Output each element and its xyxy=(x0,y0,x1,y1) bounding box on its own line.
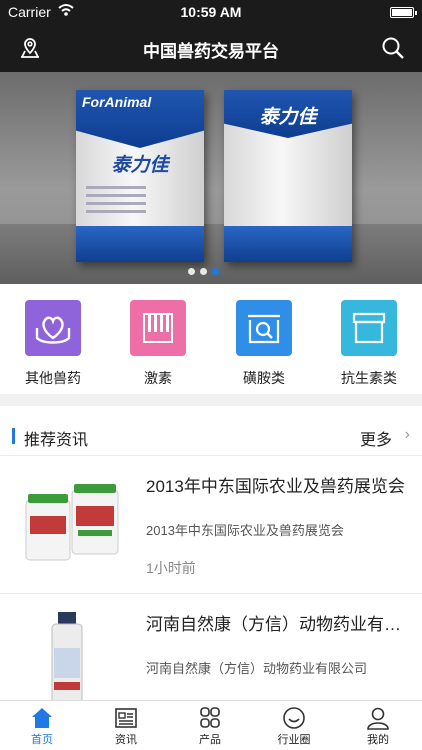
tab-label: 我的 xyxy=(367,734,389,746)
tab-bar: 首页 资讯 产品 行业圈 我的 xyxy=(0,700,422,750)
header: 中国兽药交易平台 xyxy=(0,24,422,72)
tab-home[interactable]: 首页 xyxy=(0,701,84,750)
box-icon xyxy=(341,300,397,356)
bars-icon xyxy=(130,300,186,356)
category-label: 激素 xyxy=(144,370,172,386)
recommended-news-section: 推荐资讯 更多 › 2013年中东国际农业及兽药展览会 2013年中东国际农业及… xyxy=(0,406,422,700)
category-grid: 其他兽药 激素 磺胺类 抗生素类 xyxy=(0,284,422,394)
news-title: 2013年中东国际农业及兽药展览会 xyxy=(146,477,405,496)
tab-mine[interactable]: 我的 xyxy=(336,701,420,750)
product-pack-image: ForAnimal 泰力佳 xyxy=(76,90,204,262)
tab-label: 行业圈 xyxy=(277,734,311,746)
tab-news[interactable]: 资讯 xyxy=(84,701,168,750)
home-icon xyxy=(32,708,52,728)
grid-icon xyxy=(200,707,220,728)
product-pack-image: 泰力佳 xyxy=(224,90,352,262)
news-title: 河南自然康（方信）动物药业有限公司 xyxy=(146,615,408,634)
search-box-icon xyxy=(236,300,292,356)
product-brand: ForAnimal xyxy=(82,94,152,110)
carousel-dot-active[interactable] xyxy=(212,268,219,275)
user-icon xyxy=(367,707,389,730)
search-icon[interactable] xyxy=(380,35,406,61)
carousel-indicator xyxy=(188,262,224,280)
news-icon xyxy=(115,708,137,728)
list-item[interactable]: 河南自然康（方信）动物药业有限公司 河南自然康（方信）动物药业有限公司 xyxy=(0,594,422,700)
tab-products[interactable]: 产品 xyxy=(168,701,252,750)
category-label: 磺胺类 xyxy=(243,370,285,386)
product-bottle-image xyxy=(51,612,83,700)
carousel-dot[interactable] xyxy=(200,268,207,275)
more-link[interactable]: 更多 xyxy=(360,426,392,450)
news-time: 1小时前 xyxy=(146,560,196,576)
section-accent-bar xyxy=(12,428,15,444)
section-header: 推荐资讯 更多 › xyxy=(0,406,422,456)
category-label: 其他兽药 xyxy=(25,370,81,386)
tab-label: 首页 xyxy=(31,734,53,746)
category-antibiotics[interactable]: 抗生素类 xyxy=(329,300,409,388)
battery-icon xyxy=(390,7,417,18)
tab-industry[interactable]: 行业圈 xyxy=(252,701,336,750)
product-name: 泰力佳 xyxy=(111,155,169,176)
banner-carousel[interactable]: ForAnimal 泰力佳 泰力佳 xyxy=(0,72,422,284)
news-description: 2013年中东国际农业及兽药展览会 xyxy=(146,523,344,538)
page-title: 中国兽药交易平台 xyxy=(143,42,279,61)
carousel-dot[interactable] xyxy=(188,268,195,275)
tab-label: 产品 xyxy=(199,734,221,746)
heart-hand-icon xyxy=(25,300,81,356)
category-sulfonamides[interactable]: 磺胺类 xyxy=(224,300,304,388)
news-description: 河南自然康（方信）动物药业有限公司 xyxy=(146,661,368,676)
tab-label: 资讯 xyxy=(115,734,137,746)
product-name: 泰力佳 xyxy=(259,107,317,128)
smile-icon xyxy=(283,707,305,729)
list-item[interactable]: 2013年中东国际农业及兽药展览会 2013年中东国际农业及兽药展览会 1小时前 xyxy=(0,456,422,594)
section-title: 推荐资讯 xyxy=(24,432,89,449)
chevron-right-icon[interactable]: › xyxy=(405,426,410,444)
clock: 10:59 AM xyxy=(180,4,242,20)
category-other-vet-drugs[interactable]: 其他兽药 xyxy=(13,300,93,388)
product-bottles-image xyxy=(25,484,119,561)
category-hormones[interactable]: 激素 xyxy=(118,300,198,388)
category-label: 抗生素类 xyxy=(341,370,397,386)
status-bar: Carrier 10:59 AM xyxy=(0,0,422,24)
